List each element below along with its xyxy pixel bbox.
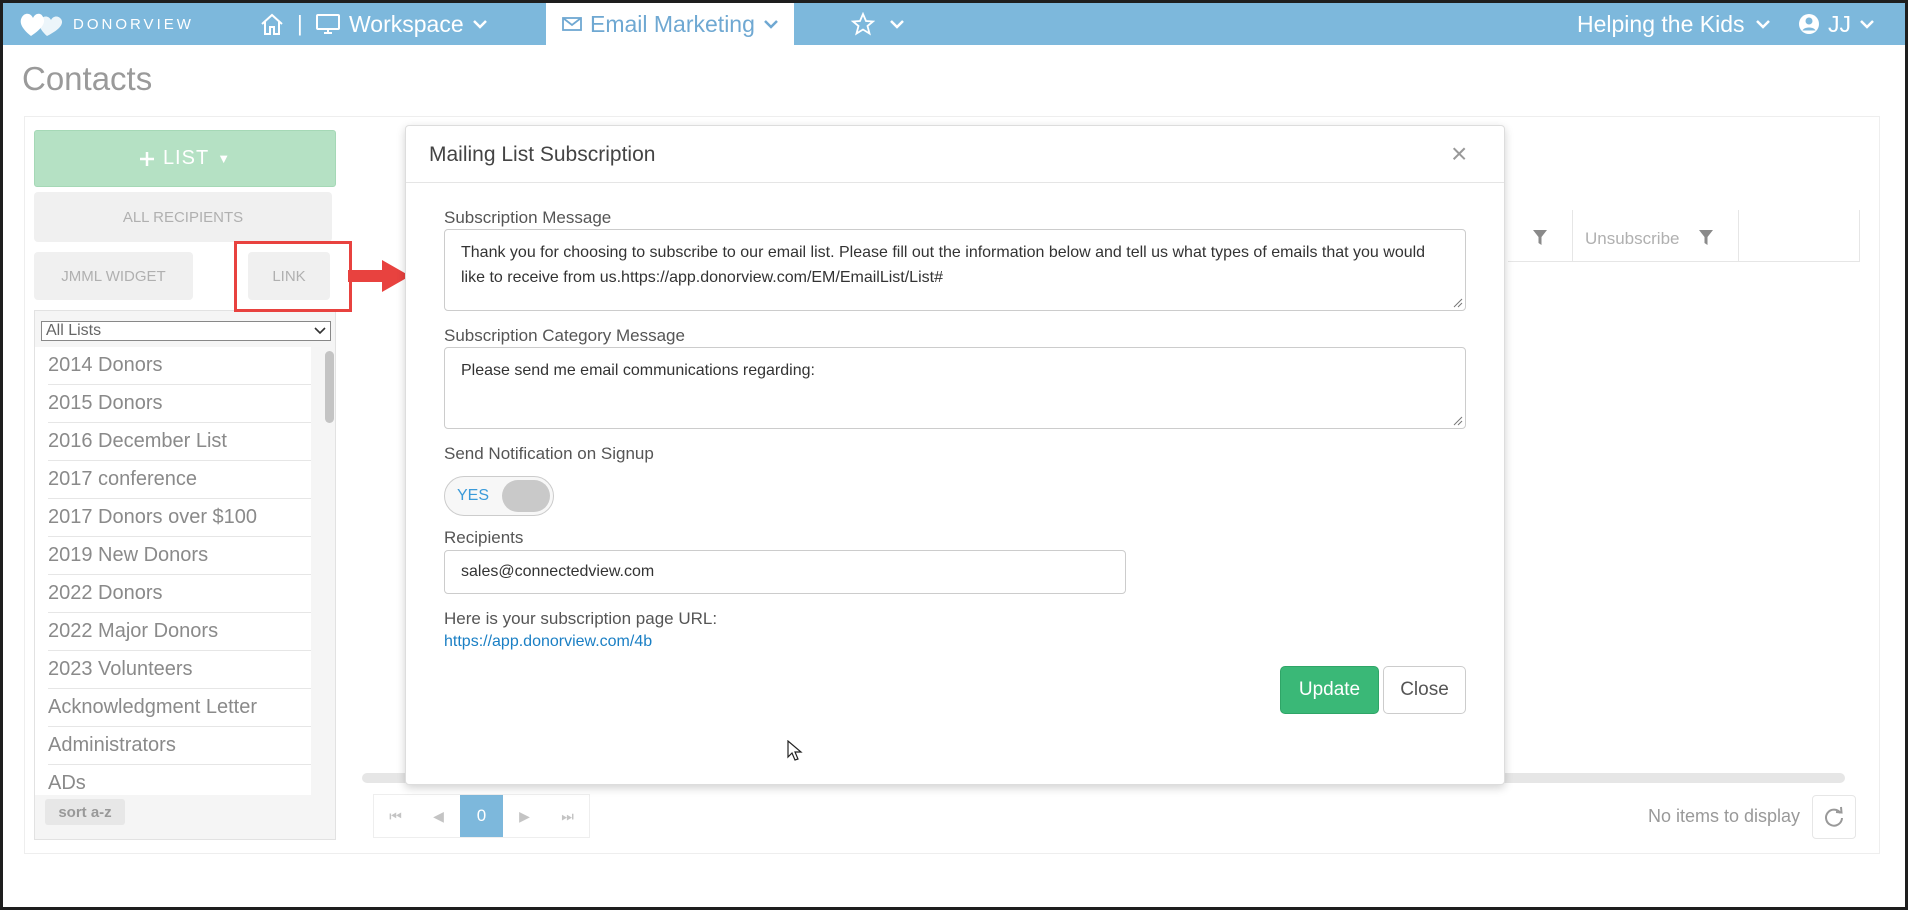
- list-item[interactable]: ADs: [48, 765, 311, 795]
- chevron-down-icon: [764, 20, 778, 29]
- category-message-label: Subscription Category Message: [444, 326, 685, 345]
- list-item[interactable]: 2016 December List: [48, 423, 311, 461]
- envelope-icon: [562, 17, 582, 31]
- resize-grip-icon[interactable]: [1453, 416, 1463, 426]
- pager-first-button[interactable]: ⏮: [374, 795, 417, 837]
- column-divider: [1859, 210, 1860, 262]
- list-item[interactable]: Acknowledgment Letter: [48, 689, 311, 727]
- filter-icon[interactable]: [1533, 230, 1547, 246]
- recipients-label: Recipients: [444, 528, 524, 547]
- sort-az-button[interactable]: sort a-z: [45, 799, 125, 825]
- organization-menu[interactable]: Helping the Kids: [1577, 3, 1771, 45]
- subscription-message-label: Subscription Message: [444, 208, 612, 227]
- column-divider: [1738, 210, 1739, 262]
- email-marketing-label: Email Marketing: [590, 10, 755, 37]
- chevron-down-icon: [1860, 20, 1874, 29]
- workspace-menu[interactable]: Workspace: [315, 3, 488, 45]
- user-initials: JJ: [1828, 10, 1851, 37]
- pager-last-button[interactable]: ⏭: [546, 795, 589, 837]
- refresh-icon: [1825, 806, 1843, 827]
- link-highlight-box: [234, 241, 352, 312]
- list-item[interactable]: 2023 Volunteers: [48, 651, 311, 689]
- filter-icon[interactable]: [1699, 230, 1713, 246]
- subscription-url-link[interactable]: https://app.donorview.com/4b: [444, 633, 652, 651]
- subscription-message-text: Thank you for choosing to subscribe to o…: [461, 244, 1426, 286]
- recipients-input[interactable]: sales@connectedview.com: [444, 550, 1126, 594]
- modal-close-icon[interactable]: ×: [1451, 138, 1467, 170]
- recipients-value: sales@connectedview.com: [461, 563, 655, 580]
- unsubscribe-column-header[interactable]: Unsubscribe: [1585, 229, 1680, 249]
- list-filter-select[interactable]: All Lists: [41, 321, 331, 341]
- add-list-button[interactable]: LIST ▼: [34, 130, 336, 187]
- nav-separator: |: [297, 11, 303, 36]
- modal-title: Mailing List Subscription: [429, 143, 656, 166]
- add-list-label: LIST: [162, 147, 210, 169]
- chevron-down-icon: [314, 327, 326, 335]
- list-item[interactable]: 2019 New Donors: [48, 537, 311, 575]
- star-icon: [851, 12, 875, 36]
- no-items-text: No items to display: [1648, 806, 1801, 826]
- all-recipients-button[interactable]: ALL RECIPIENTS: [34, 192, 332, 242]
- toggle-knob: [502, 480, 550, 512]
- notification-toggle[interactable]: YES: [444, 476, 554, 516]
- mailing-list-subscription-modal: Mailing List Subscription × Subscription…: [405, 125, 1505, 785]
- subscription-message-textarea[interactable]: Thank you for choosing to subscribe to o…: [444, 229, 1466, 311]
- home-button[interactable]: [259, 3, 285, 45]
- monitor-icon: [316, 14, 340, 34]
- donorview-logo[interactable]: DONORVIEW: [19, 3, 194, 45]
- jmml-widget-button[interactable]: JMML WIDGET: [34, 252, 193, 300]
- grid-pager: ⏮ ◀ 0 ▶ ⏭: [373, 794, 590, 838]
- page-title: Contacts: [22, 60, 153, 97]
- heart-logo-icon: [20, 13, 63, 36]
- user-menu[interactable]: JJ: [1798, 3, 1875, 45]
- mailing-lists-panel: All Lists 2014 Donors 2015 Donors 2016 D…: [34, 310, 336, 840]
- list-item[interactable]: 2017 Donors over $100: [48, 499, 311, 537]
- red-arrow-icon: [348, 260, 410, 292]
- category-message-textarea[interactable]: Please send me email communications rega…: [444, 347, 1466, 429]
- close-button[interactable]: Close: [1383, 666, 1466, 714]
- organization-label: Helping the Kids: [1577, 10, 1745, 37]
- logo-text: DONORVIEW: [73, 15, 194, 33]
- resize-grip-icon[interactable]: [1453, 298, 1463, 308]
- list-item[interactable]: 2017 conference: [48, 461, 311, 499]
- list-item[interactable]: 2022 Donors: [48, 575, 311, 613]
- update-button[interactable]: Update: [1280, 666, 1379, 714]
- list-item[interactable]: 2014 Donors: [48, 347, 311, 385]
- chevron-down-icon: [472, 20, 487, 29]
- notification-label: Send Notification on Signup: [444, 444, 654, 463]
- subscription-url-intro: Here is your subscription page URL:: [444, 609, 718, 628]
- list-item[interactable]: Administrators: [48, 727, 311, 765]
- list-item[interactable]: 2015 Donors: [48, 385, 311, 423]
- workspace-label: Workspace: [349, 10, 464, 37]
- column-divider: [1572, 210, 1573, 262]
- favorites-menu[interactable]: [851, 3, 905, 45]
- top-nav-bar: DONORVIEW | Workspace Email Marketing He…: [3, 3, 1905, 45]
- list-scrollbar[interactable]: [325, 351, 334, 423]
- refresh-button[interactable]: [1812, 795, 1856, 839]
- modal-divider: [406, 182, 1504, 183]
- chevron-down-icon: [890, 20, 904, 29]
- caret-down-icon: ▼: [217, 151, 232, 166]
- home-icon: [261, 13, 283, 35]
- mouse-cursor-icon: [787, 740, 803, 761]
- mailing-list: 2014 Donors 2015 Donors 2016 December Li…: [35, 347, 311, 795]
- tab-email-marketing[interactable]: Email Marketing: [546, 3, 794, 45]
- user-circle-icon: [1799, 14, 1819, 34]
- toggle-yes-text: YES: [457, 487, 490, 504]
- pager-current-page[interactable]: 0: [460, 795, 503, 837]
- list-item[interactable]: 2022 Major Donors: [48, 613, 311, 651]
- list-filter-value: All Lists: [46, 322, 102, 339]
- chevron-down-icon: [1755, 20, 1770, 29]
- pager-next-button[interactable]: ▶: [503, 795, 546, 837]
- pager-prev-button[interactable]: ◀: [417, 795, 460, 837]
- plus-icon: [139, 151, 154, 166]
- category-message-text: Please send me email communications rega…: [461, 362, 815, 379]
- grid-header: [1508, 210, 1860, 262]
